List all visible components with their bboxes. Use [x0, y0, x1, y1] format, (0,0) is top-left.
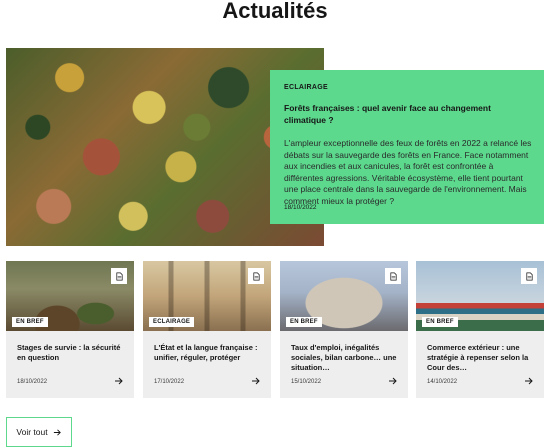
arrow-right-icon	[53, 428, 61, 436]
document-icon	[521, 268, 537, 284]
news-card[interactable]: ECLAIRAGE L'État et la langue française …	[143, 261, 271, 398]
document-icon	[111, 268, 127, 284]
document-icon	[385, 268, 401, 284]
featured-tag: ECLAIRAGE	[284, 84, 328, 91]
see-all-button[interactable]: Voir tout	[6, 417, 72, 447]
document-icon	[248, 268, 264, 284]
card-date: 18/10/2022	[17, 379, 48, 385]
arrow-right-icon[interactable]	[388, 376, 398, 386]
card-image: EN BREF	[280, 261, 408, 331]
card-image: EN BREF	[416, 261, 544, 331]
arrow-right-icon[interactable]	[251, 376, 261, 386]
featured-title[interactable]: Forêts françaises : quel avenir face au …	[284, 102, 532, 126]
page-title: Actualités	[222, 0, 328, 23]
news-card[interactable]: EN BREF Commerce extérieur : une stratég…	[416, 261, 544, 398]
card-date: 14/10/2022	[427, 379, 458, 385]
card-tag: EN BREF	[422, 317, 458, 327]
arrow-right-icon[interactable]	[114, 376, 124, 386]
card-title[interactable]: Commerce extérieur : une stratégie à rep…	[427, 343, 535, 373]
card-tag: EN BREF	[286, 317, 322, 327]
see-all-label: Voir tout	[16, 427, 48, 437]
news-card[interactable]: EN BREF Stages de survie : la sécurité e…	[6, 261, 134, 398]
card-date: 15/10/2022	[291, 379, 322, 385]
arrow-right-icon[interactable]	[524, 376, 534, 386]
card-title[interactable]: L'État et la langue française : unifier,…	[154, 343, 262, 363]
card-image: EN BREF	[6, 261, 134, 331]
featured-date: 18/10/2022	[284, 204, 317, 211]
card-title[interactable]: Taux d'emploi, inégalités sociales, bila…	[291, 343, 399, 373]
card-tag: EN BREF	[12, 317, 48, 327]
card-title[interactable]: Stages de survie : la sécurité en questi…	[17, 343, 125, 363]
featured-card[interactable]: ECLAIRAGE Forêts françaises : quel aveni…	[270, 70, 544, 224]
featured-description: L'ampleur exceptionnelle des feux de for…	[284, 138, 532, 206]
card-image: ECLAIRAGE	[143, 261, 271, 331]
news-card[interactable]: EN BREF Taux d'emploi, inégalités social…	[280, 261, 408, 398]
card-date: 17/10/2022	[154, 379, 185, 385]
card-tag: ECLAIRAGE	[149, 317, 195, 327]
